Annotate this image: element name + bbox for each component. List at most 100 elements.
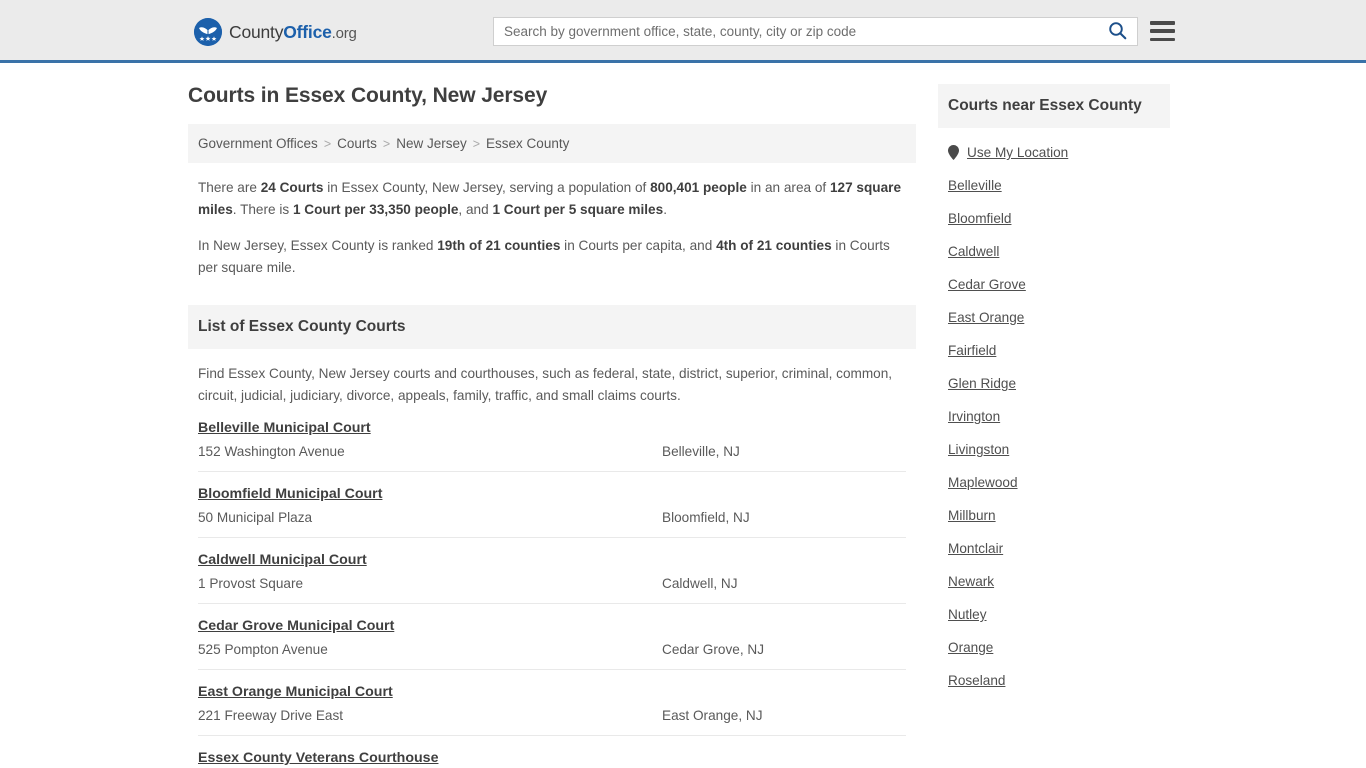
sidebar-item-livingston[interactable]: Livingston: [948, 433, 1160, 466]
sidebar-item-maplewood[interactable]: Maplewood: [948, 466, 1160, 499]
hamburger-menu-icon[interactable]: [1150, 21, 1175, 41]
court-name-link[interactable]: Bloomfield Municipal Court: [198, 486, 382, 502]
stats-p1-text-c: in Essex County, New Jersey, serving a p…: [323, 180, 651, 195]
county-statistics: There are 24 Courts in Essex County, New…: [188, 163, 916, 297]
breadcrumb-separator-1: >: [323, 137, 332, 151]
main-column: Courts in Essex County, New Jersey Gover…: [188, 84, 916, 768]
court-city: Belleville, NJ: [662, 444, 740, 460]
court-address: 221 Freeway Drive East: [198, 708, 344, 724]
logo-text-county: County: [229, 21, 284, 42]
breadcrumb-item-government-offices[interactable]: Government Offices: [198, 136, 318, 151]
stats-p1-text-g: .: [663, 202, 667, 218]
search-input[interactable]: [494, 18, 1097, 45]
court-meta: 1 Provost Square Caldwell, NJ: [198, 576, 906, 591]
sidebar: Courts near Essex County Use My Location…: [938, 84, 1170, 697]
court-meta: 50 Municipal Plaza Bloomfield, NJ: [198, 510, 906, 525]
court-city: Bloomfield, NJ: [662, 510, 750, 526]
sidebar-link[interactable]: Millburn: [948, 508, 996, 523]
court-address: 152 Washington Avenue: [198, 444, 345, 460]
sidebar-item-cedar-grove[interactable]: Cedar Grove: [948, 268, 1160, 301]
breadcrumb-item-courts[interactable]: Courts: [337, 136, 377, 151]
sidebar-link[interactable]: Cedar Grove: [948, 277, 1026, 292]
stats-paragraph-2: In New Jersey, Essex County is ranked 19…: [198, 235, 906, 279]
sidebar-item-fairfield[interactable]: Fairfield: [948, 334, 1160, 367]
breadcrumb-separator-3: >: [472, 137, 481, 151]
court-name-link[interactable]: Caldwell Municipal Court: [198, 552, 367, 568]
logo-text-office: Office: [283, 21, 332, 42]
court-name-link[interactable]: Cedar Grove Municipal Court: [198, 618, 394, 634]
court-city: East Orange, NJ: [662, 708, 763, 724]
court-list: Belleville Municipal Court 152 Washingto…: [188, 415, 916, 768]
sidebar-link[interactable]: Glen Ridge: [948, 376, 1016, 391]
stats-p1-text-e: . There is: [232, 202, 293, 218]
sidebar-item-belleville[interactable]: Belleville: [948, 169, 1160, 202]
hamburger-bar-2: [1150, 29, 1175, 33]
court-address: 50 Municipal Plaza: [198, 510, 313, 526]
stats-p2-text-c: in Courts per capita, and: [560, 238, 717, 254]
breadcrumb-item-new-jersey[interactable]: New Jersey: [396, 136, 467, 151]
sidebar-link[interactable]: East Orange: [948, 310, 1024, 325]
stats-court-count: 24 Courts: [260, 180, 324, 195]
breadcrumb-separator-2: >: [382, 137, 391, 151]
sidebar-link[interactable]: Fairfield: [948, 343, 996, 358]
sidebar-link[interactable]: Belleville: [948, 178, 1002, 193]
sidebar-link[interactable]: Livingston: [948, 442, 1009, 457]
stats-p1-text-a: There are: [198, 180, 261, 195]
sidebar-item-newark[interactable]: Newark: [948, 565, 1160, 598]
sidebar-link[interactable]: Irvington: [948, 409, 1000, 424]
sidebar-item-orange[interactable]: Orange: [948, 631, 1160, 664]
court-list-heading: List of Essex County Courts: [188, 305, 916, 350]
sidebar-item-millburn[interactable]: Millburn: [948, 499, 1160, 532]
sidebar-link[interactable]: Montclair: [948, 541, 1003, 556]
site-logo-text: CountyOffice.org: [229, 22, 357, 43]
stats-rank-per-square-mile: 4th of 21 counties: [716, 238, 832, 254]
sidebar-link[interactable]: Bloomfield: [948, 211, 1011, 226]
sidebar-heading: Courts near Essex County: [938, 84, 1170, 128]
court-name-link[interactable]: Essex County Veterans Courthouse: [198, 750, 438, 766]
table-row: Cedar Grove Municipal Court 525 Pompton …: [198, 603, 906, 669]
eagle-shield-icon: [194, 18, 222, 46]
sidebar-item-east-orange[interactable]: East Orange: [948, 301, 1160, 334]
table-row: Belleville Municipal Court 152 Washingto…: [198, 415, 906, 471]
sidebar-item-glen-ridge[interactable]: Glen Ridge: [948, 367, 1160, 400]
sidebar-link[interactable]: Maplewood: [948, 475, 1018, 490]
search-button[interactable]: [1097, 18, 1137, 45]
court-city: Caldwell, NJ: [662, 576, 738, 592]
court-meta: 152 Washington Avenue Belleville, NJ: [198, 444, 906, 459]
search-icon: [1108, 21, 1127, 43]
page-body: Courts in Essex County, New Jersey Gover…: [0, 63, 1366, 768]
content-container: Courts in Essex County, New Jersey Gover…: [188, 63, 1178, 768]
table-row: East Orange Municipal Court 221 Freeway …: [198, 669, 906, 735]
hamburger-bar-3: [1150, 37, 1175, 41]
sidebar-link[interactable]: Roseland: [948, 673, 1005, 688]
sidebar-link[interactable]: Nutley: [948, 607, 987, 622]
court-address: 1 Provost Square: [198, 576, 304, 592]
sidebar-item-caldwell[interactable]: Caldwell: [948, 235, 1160, 268]
table-row: Essex County Veterans Courthouse 50 West…: [198, 735, 906, 768]
sidebar-item-irvington[interactable]: Irvington: [948, 400, 1160, 433]
court-city: Cedar Grove, NJ: [662, 642, 764, 658]
sidebar-link[interactable]: Caldwell: [948, 244, 999, 259]
use-my-location-link[interactable]: Use My Location: [967, 145, 1068, 160]
court-meta: 221 Freeway Drive East East Orange, NJ: [198, 708, 906, 723]
court-name-link[interactable]: Belleville Municipal Court: [198, 420, 371, 436]
logo-text-org: .org: [331, 24, 357, 42]
court-address: 525 Pompton Avenue: [198, 642, 328, 658]
sidebar-item-bloomfield[interactable]: Bloomfield: [948, 202, 1160, 235]
sidebar-item-nutley[interactable]: Nutley: [948, 598, 1160, 631]
page-title: Courts in Essex County, New Jersey: [188, 84, 548, 107]
sidebar-link[interactable]: Orange: [948, 640, 993, 655]
map-pin-icon: [948, 145, 959, 160]
table-row: Bloomfield Municipal Court 50 Municipal …: [198, 471, 906, 537]
sidebar-item-use-my-location[interactable]: Use My Location: [948, 136, 1160, 169]
sidebar-item-montclair[interactable]: Montclair: [948, 532, 1160, 565]
stats-p1-text-d: in an area of: [746, 180, 830, 195]
stats-rank-per-capita: 19th of 21 counties: [437, 238, 561, 254]
sidebar-link[interactable]: Newark: [948, 574, 994, 589]
stats-courts-per-area: 1 Court per 5 square miles: [492, 202, 664, 218]
sidebar-item-roseland[interactable]: Roseland: [948, 664, 1160, 697]
site-logo[interactable]: CountyOffice.org: [194, 18, 357, 46]
hamburger-bar-1: [1150, 21, 1175, 25]
court-name-link[interactable]: East Orange Municipal Court: [198, 684, 393, 700]
stats-paragraph-1: There are 24 Courts in Essex County, New…: [198, 177, 906, 221]
